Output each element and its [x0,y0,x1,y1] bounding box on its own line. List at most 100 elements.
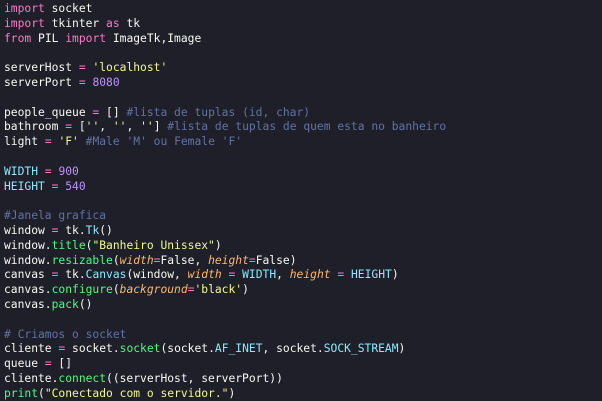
code-token-const: WIDTH [4,164,39,178]
code-token-pl: ( [112,253,120,267]
code-token-fn: title [51,238,86,252]
code-token-cls: Tk [85,223,100,237]
code-token-pl: , socket. [262,342,324,356]
code-line[interactable]: # Criamos o socket [4,328,446,343]
code-line[interactable]: canvas.configure(background='black') [4,283,446,298]
code-line[interactable]: from PIL import ImageTk,Image [4,32,446,47]
code-token-pl: tkinter [44,16,107,30]
code-token-fn: socket [119,342,161,356]
code-token-str: "Conectado com o servidor." [44,386,229,400]
code-token-pl: ImageTk,Image [106,31,202,45]
code-line[interactable]: serverHost = 'localhost' [4,61,446,76]
code-token-pl: ( [38,386,45,400]
code-area[interactable]: import socket import tkinter as tk from PI… [4,2,446,401]
code-token-pl: socket [44,2,93,15]
code-token-str: 'black' [194,283,243,297]
code-line[interactable]: cliente.connect((serverHost, serverPort)… [4,372,446,387]
code-token-fn: configure [51,283,113,297]
code-token-pl: (socket. [160,342,215,356]
code-line[interactable]: WIDTH = 900 [4,165,446,180]
code-token-str: '' [140,120,154,134]
code-token-pl: ) [214,238,222,252]
code-token-pl: ) [398,342,406,356]
code-token-pl: window. [4,238,52,252]
code-token-cls: Canvas [85,268,127,282]
code-token-par: background [119,283,188,297]
code-line[interactable]: people_queue = [] #lista de tuplas (id, … [4,106,446,121]
code-token-kw: = [78,75,86,89]
code-token-const: WIDTH [242,268,277,282]
code-token-pl: () [78,297,93,311]
code-token-pl: cliente. [4,371,59,385]
code-line[interactable] [4,150,446,165]
code-line[interactable]: import socket [4,2,446,17]
code-token-cmt: #lista de tuplas de quem esta no banheir… [167,120,447,134]
code-token-num: 8080 [92,75,120,89]
code-token-pl: bathroom [4,120,66,134]
code-token-const: HEIGHT [4,179,45,193]
code-token-num: 900 [58,164,79,178]
code-token-pl: False) [255,253,297,267]
code-line[interactable]: window.title("Banheiro Unissex") [4,239,446,254]
code-token-pl: canvas [4,268,52,282]
code-token-str: '' [112,120,127,134]
code-token-fn: print [4,386,39,400]
code-token-pl: ] [153,120,168,134]
code-line[interactable]: print("Conectado com o servidor.") [4,387,446,401]
code-token-pl: light [4,135,45,149]
code-token-cmt: #lista de tuplas (id, char) [126,105,311,119]
code-token-pl: tk. [58,223,86,237]
code-token-kw: = [65,120,73,134]
code-line[interactable] [4,46,446,61]
code-token-kw: = [248,253,256,267]
code-line[interactable] [4,194,446,209]
code-token-par: width [187,268,222,282]
code-token-pl: [ [72,120,86,134]
code-line[interactable]: canvas = tk.Canvas(window, width = WIDTH… [4,268,446,283]
code-token-par: height [289,268,331,282]
code-token-pl: ( [112,283,120,297]
code-line[interactable]: serverPort = 8080 [4,76,446,91]
code-token-pl: [] [51,357,73,371]
code-line[interactable]: queue = [] [4,357,446,372]
code-token-pl: , [99,120,113,134]
code-token-str: 'F' [58,135,79,149]
code-token-str: 'localhost' [92,61,168,75]
code-token-pl: tk [119,16,141,30]
code-token-cmt: # Criamos o socket [4,327,127,341]
code-line[interactable]: bathroom = ['', '', ''] #lista de tuplas… [4,120,446,135]
code-token-kw: import [65,31,107,45]
code-line[interactable]: HEIGHT = 540 [4,180,446,195]
code-token-fn: connect [58,371,107,385]
code-line[interactable] [4,91,446,106]
code-token-str: '' [85,120,100,134]
code-token-pl: canvas. [4,283,52,297]
code-line[interactable]: window = tk.Tk() [4,224,446,239]
code-token-pl: ) [228,386,236,400]
code-editor[interactable]: import socket import tkinter as tk from PI… [0,0,602,401]
code-line[interactable] [4,313,446,328]
code-token-kw: as [106,16,120,30]
code-token-num: 540 [65,179,86,193]
code-line[interactable]: window.resizable(width=False, height=Fal… [4,254,446,269]
code-token-pl: window [4,223,52,237]
code-token-pl: PIL [31,31,66,45]
code-token-pl: , [126,120,141,134]
code-line[interactable]: canvas.pack() [4,298,446,313]
code-token-pl: serverHost [4,61,79,75]
code-line[interactable]: cliente = socket.socket(socket.AF_INET, … [4,342,446,357]
code-token-kw: import [4,2,45,15]
code-line[interactable]: light = 'F' #Male 'M' ou Female 'F' [4,135,446,150]
code-line[interactable]: #Janela grafica [4,209,446,224]
code-token-pl: (window, [126,268,188,282]
code-line[interactable]: import tkinter as tk [4,17,446,32]
code-token-par: height [208,253,249,267]
code-token-cmt: #Janela grafica [4,209,107,223]
code-token-pl: queue [4,357,45,371]
code-token-pl: [] [99,105,127,119]
code-token-const: HEIGHT [351,268,392,282]
code-token-kw: = [44,357,52,371]
code-token-fn: resizable [51,253,113,267]
